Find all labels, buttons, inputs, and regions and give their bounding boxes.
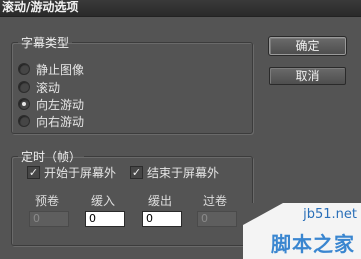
ok-button[interactable]: 确定 <box>268 36 347 56</box>
cancel-button[interactable]: 取消 <box>269 67 346 85</box>
ease-in-label: 缓入 <box>90 194 115 208</box>
preroll-input[interactable]: 0 <box>29 211 69 227</box>
checkbox-start-offscreen[interactable]: ✓ 开始于屏幕外 <box>27 163 116 181</box>
postroll-input[interactable]: 0 <box>197 211 237 227</box>
watermark-arrow-icon <box>243 203 283 225</box>
radio-label: 静止图像 <box>36 62 85 77</box>
ease-out-input[interactable]: 0 <box>142 211 182 227</box>
radio-label: 向右游动 <box>36 114 85 129</box>
radio-icon[interactable] <box>18 115 30 127</box>
checkbox-checked-icon[interactable]: ✓ <box>130 165 143 179</box>
ease-in-input[interactable]: 0 <box>85 211 125 227</box>
radio-icon-selected[interactable] <box>18 98 30 110</box>
preroll-label: 预卷 <box>34 194 59 208</box>
watermark: jb51.net 脚本之家 <box>243 203 361 259</box>
checkbox-end-offscreen[interactable]: ✓ 结束于屏幕外 <box>130 163 219 181</box>
watermark-name: 脚本之家 <box>271 232 355 256</box>
radio-label: 滚动 <box>36 80 61 95</box>
checkbox-label: 结束于屏幕外 <box>147 165 220 180</box>
postroll-label: 过卷 <box>202 194 227 208</box>
title-bar: 滚动/游动选项 <box>0 0 361 17</box>
subtitle-type-legend: 字幕类型 <box>21 36 70 50</box>
watermark-site: jb51.net <box>303 207 357 222</box>
radio-still-image[interactable]: 静止图像 <box>18 60 84 78</box>
radio-scroll[interactable]: 滚动 <box>18 78 60 96</box>
window-title: 滚动/游动选项 <box>2 0 79 14</box>
radio-crawl-right[interactable]: 向右游动 <box>18 112 84 130</box>
checkbox-checked-icon[interactable]: ✓ <box>27 165 40 179</box>
radio-icon[interactable] <box>18 63 30 75</box>
checkbox-label: 开始于屏幕外 <box>44 165 117 180</box>
radio-crawl-left[interactable]: 向左游动 <box>18 95 84 113</box>
radio-icon[interactable] <box>18 81 30 93</box>
radio-label: 向左游动 <box>36 97 85 112</box>
ease-out-label: 缓出 <box>147 194 172 208</box>
